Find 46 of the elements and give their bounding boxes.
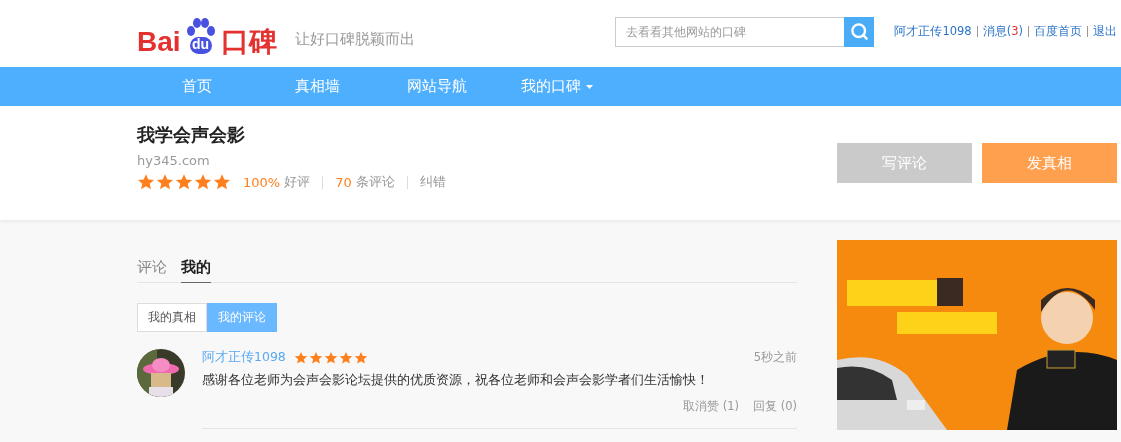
- comment-text: 感谢各位老师为会声会影论坛提供的优质资源，祝各位老师和会声会影学者们生活愉快！: [202, 372, 710, 389]
- tab[interactable]: 评论: [137, 258, 167, 283]
- logo-text: du: [189, 36, 212, 54]
- logo-text: 口碑: [220, 27, 277, 56]
- subtab[interactable]: 我的真相: [137, 303, 207, 332]
- search-icon: [849, 22, 869, 41]
- star-icon: [213, 173, 231, 191]
- star-icon: [338, 350, 353, 365]
- nav-item[interactable]: 真相墙: [257, 67, 377, 106]
- site-url: hy345.com: [137, 153, 211, 168]
- comment-action-link[interactable]: 取消赞 (1): [683, 399, 740, 414]
- username-link[interactable]: 阿才正传1098: [894, 24, 972, 39]
- star-icon: [175, 173, 193, 191]
- comment-time: 5秒之前: [753, 350, 797, 365]
- rating-label: 好评: [284, 173, 311, 191]
- message-count: 3: [1011, 24, 1019, 38]
- nav-item[interactable]: 我的口碑: [497, 67, 617, 106]
- star-icon: [323, 350, 338, 365]
- tab[interactable]: 我的: [181, 258, 211, 283]
- star-icon: [156, 173, 174, 191]
- messages-link[interactable]: 消息(3): [982, 24, 1023, 39]
- site-title: 我学会声会影: [137, 123, 246, 147]
- nav-item[interactable]: 网站导航: [377, 67, 497, 106]
- review-count: 70: [335, 174, 352, 190]
- search-button[interactable]: [844, 16, 875, 47]
- review-label: 条评论: [355, 173, 395, 191]
- logo-text: Bai: [137, 27, 181, 56]
- comment-username[interactable]: 阿才正传1098: [202, 349, 286, 366]
- report-link[interactable]: 纠错: [419, 173, 446, 191]
- rating-percent: 100%: [243, 174, 281, 190]
- star-icon: [353, 350, 368, 365]
- star-icon: [293, 350, 308, 365]
- logo[interactable]: Bai du 口碑: [137, 15, 277, 56]
- comment-action-link[interactable]: 回复 (0): [753, 399, 797, 414]
- caret-icon: [586, 84, 593, 89]
- star-icon: [194, 173, 212, 191]
- nav-item[interactable]: 首页: [137, 67, 257, 106]
- header-link[interactable]: 退出: [1093, 24, 1117, 39]
- post-truth-button[interactable]: 发真相: [982, 143, 1117, 183]
- paw-icon: [185, 17, 216, 37]
- star-icon: [137, 173, 155, 191]
- search-field[interactable]: 去看看其他网站的口碑: [615, 16, 845, 47]
- star-icon: [308, 350, 323, 365]
- header-link[interactable]: 百度首页: [1034, 24, 1082, 39]
- slogan: 让好口碑脱颖而出: [294, 30, 415, 49]
- subtab[interactable]: 我的评论: [207, 303, 277, 332]
